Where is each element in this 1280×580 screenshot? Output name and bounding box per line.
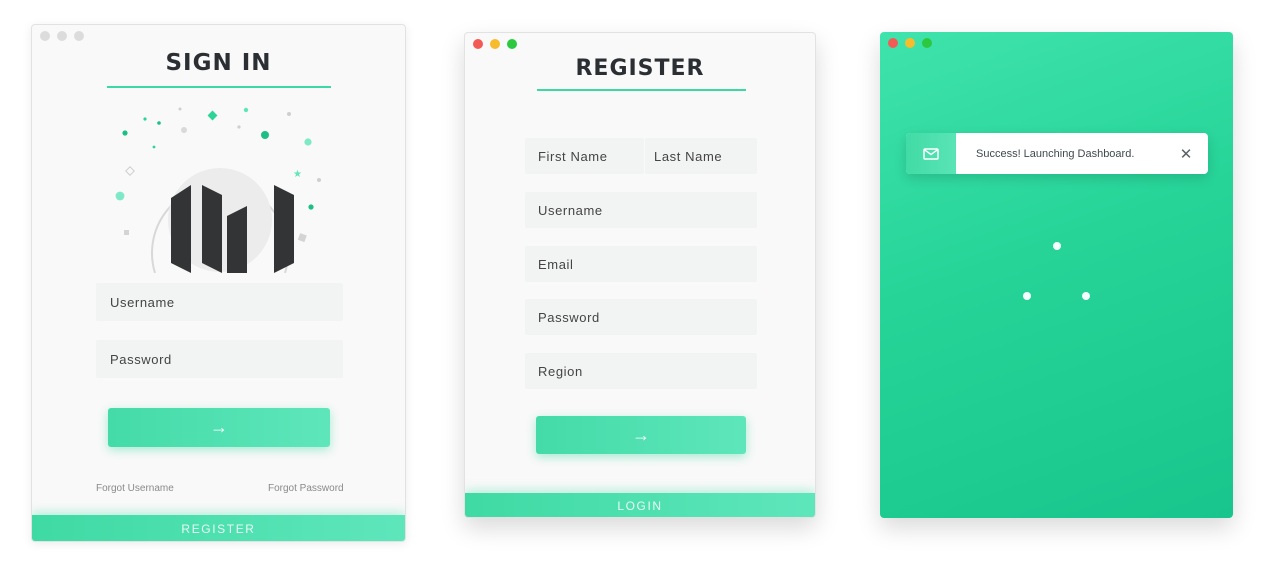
register-window: REGISTER First Name Last Name Username E… xyxy=(464,32,816,518)
spinner-dot xyxy=(1082,292,1090,300)
username-placeholder: Username xyxy=(538,202,603,218)
first-name-input[interactable]: First Name xyxy=(525,138,644,174)
password-placeholder: Password xyxy=(538,309,600,325)
signin-submit-button[interactable]: → xyxy=(108,408,330,447)
username-input[interactable]: Username xyxy=(525,192,757,228)
toast-message: Success! Launching Dashboard. xyxy=(976,147,1135,160)
maximize-window-button[interactable] xyxy=(922,38,932,48)
login-button[interactable]: LOGIN xyxy=(465,493,815,517)
region-select[interactable]: Region xyxy=(525,353,757,389)
region-placeholder: Region xyxy=(538,363,583,379)
success-window: Success! Launching Dashboard. ✕ xyxy=(880,32,1233,518)
username-placeholder: Username xyxy=(110,294,175,310)
forgot-username-link[interactable]: Forgot Username xyxy=(96,483,174,494)
title-underline xyxy=(107,86,331,88)
username-input[interactable]: Username xyxy=(96,283,343,321)
title-underline xyxy=(537,89,746,91)
first-name-placeholder: First Name xyxy=(538,148,608,164)
maximize-window-button[interactable] xyxy=(74,31,84,41)
close-icon[interactable]: ✕ xyxy=(1164,133,1208,174)
password-input[interactable]: Password xyxy=(525,299,757,335)
logo-icon: ★ xyxy=(115,107,321,273)
spinner-dot xyxy=(1053,242,1061,250)
success-toast: Success! Launching Dashboard. ✕ xyxy=(906,133,1208,174)
window-controls xyxy=(40,31,84,41)
close-window-button[interactable] xyxy=(473,39,483,49)
last-name-placeholder: Last Name xyxy=(654,148,723,164)
last-name-input[interactable]: Last Name xyxy=(645,138,757,174)
forgot-password-link[interactable]: Forgot Password xyxy=(268,483,344,494)
minimize-window-button[interactable] xyxy=(57,31,67,41)
svg-text:★: ★ xyxy=(293,169,302,180)
close-window-button[interactable] xyxy=(888,38,898,48)
page-title: REGISTER xyxy=(575,56,705,81)
email-placeholder: Email xyxy=(538,256,574,272)
email-input[interactable]: Email xyxy=(525,246,757,282)
window-controls xyxy=(473,39,517,49)
signin-window: SIGN IN ★ Username Password → Forgot Use… xyxy=(31,24,406,542)
page-title: SIGN IN xyxy=(165,50,272,76)
mail-icon xyxy=(906,133,956,174)
register-button[interactable]: REGISTER xyxy=(32,515,405,541)
spinner-dot xyxy=(1023,292,1031,300)
minimize-window-button[interactable] xyxy=(490,39,500,49)
register-submit-button[interactable]: → xyxy=(536,416,746,454)
minimize-window-button[interactable] xyxy=(905,38,915,48)
maximize-window-button[interactable] xyxy=(507,39,517,49)
password-placeholder: Password xyxy=(110,351,172,367)
close-window-button[interactable] xyxy=(40,31,50,41)
arrow-right-icon: → xyxy=(632,424,650,445)
arrow-right-icon: → xyxy=(210,417,228,437)
window-controls xyxy=(888,38,932,48)
stage: SIGN IN ★ Username Password → Forgot Use… xyxy=(0,0,1280,580)
password-input[interactable]: Password xyxy=(96,340,343,378)
